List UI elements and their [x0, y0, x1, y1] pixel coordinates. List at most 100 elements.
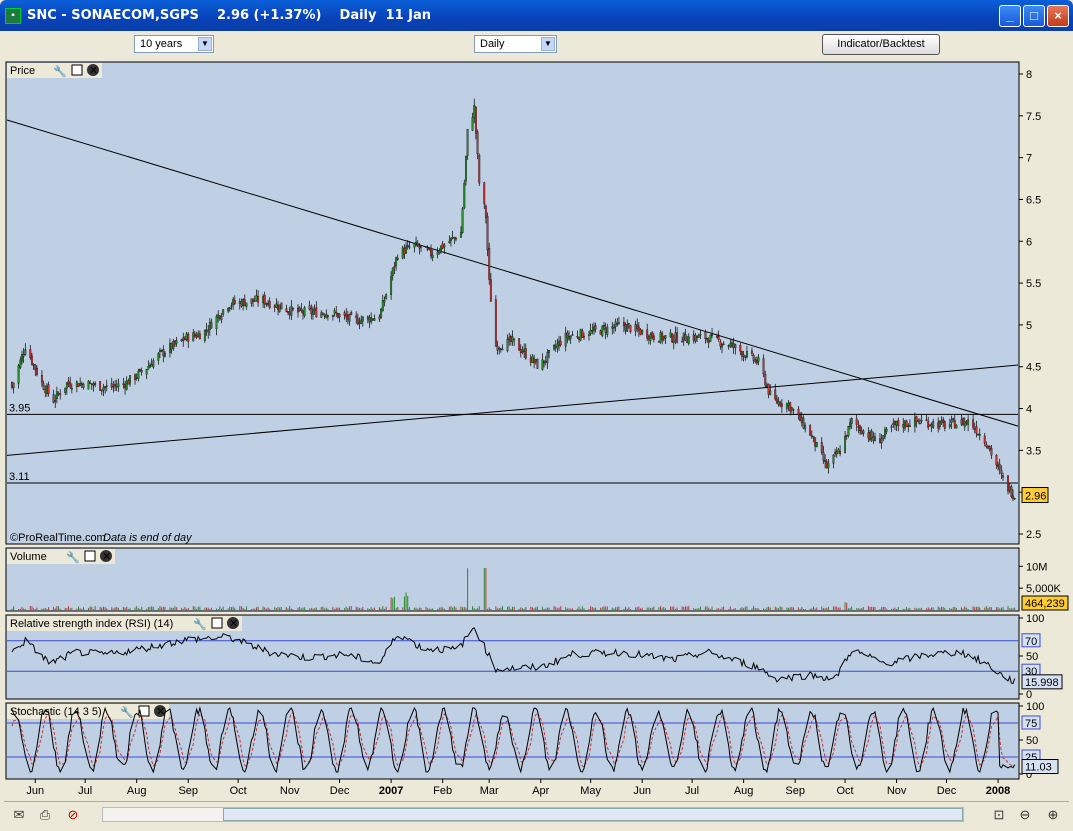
- price-candle-body: [315, 307, 318, 318]
- price-candle-body: [754, 359, 757, 362]
- price-candle-body: [977, 434, 980, 436]
- price-candle-body: [280, 302, 283, 310]
- price-candle-body: [210, 322, 213, 329]
- price-candle-body: [187, 334, 190, 342]
- price-ytick-label: 4: [1026, 404, 1032, 416]
- price-candle-body: [47, 384, 50, 394]
- window-title: SNC - SONAECOM,SGPS 2.96 (+1.37%) Daily …: [27, 8, 432, 23]
- wrench-icon[interactable]: 🔧: [66, 550, 80, 564]
- price-candle-body: [612, 327, 615, 329]
- wrench-icon[interactable]: 🔧: [120, 705, 134, 719]
- price-candle-body: [799, 414, 802, 422]
- window-icon[interactable]: [211, 617, 223, 629]
- period-select[interactable]: Daily ▼: [474, 35, 557, 53]
- price-candle-body: [380, 309, 383, 318]
- chart-frame: 🔧 ✕ Price 🔧 ✕ Volume 🔧 ✕ Relative strength index…: [4, 60, 1069, 801]
- chart-canvas[interactable]: 🔧 ✕ Price 🔧 ✕ Volume 🔧 ✕ Relative strength index…: [4, 60, 1069, 801]
- price-candle-body: [692, 334, 695, 341]
- price-candle-body: [589, 329, 592, 335]
- price-candle-body: [124, 384, 127, 389]
- maximize-button[interactable]: □: [1023, 5, 1045, 27]
- price-candle-body: [639, 329, 642, 335]
- price-candle-body: [832, 454, 835, 464]
- chevron-down-icon[interactable]: ▼: [198, 37, 212, 51]
- chevron-down-icon[interactable]: ▼: [541, 37, 555, 51]
- price-candle-body: [518, 338, 521, 351]
- price-candle-body: [897, 420, 900, 427]
- price-candle-body: [159, 350, 161, 352]
- range-select[interactable]: 10 years ▼: [134, 35, 214, 53]
- indicator-backtest-button[interactable]: Indicator/Backtest: [822, 34, 940, 55]
- price-candle-body: [593, 326, 595, 332]
- window-icon[interactable]: [84, 550, 96, 562]
- price-candle-body: [975, 426, 978, 434]
- price-candle-body: [55, 391, 58, 400]
- price-candle-body: [579, 329, 582, 341]
- mail-icon[interactable]: ✉: [10, 806, 28, 824]
- price-candle-body: [985, 444, 988, 447]
- price-candle-body: [599, 330, 602, 335]
- price-candle-body: [416, 242, 419, 247]
- price-candle-body: [892, 422, 895, 426]
- price-candle-body: [874, 436, 876, 441]
- price-candle-body: [466, 129, 469, 156]
- price-candle-body: [218, 315, 221, 319]
- close-button[interactable]: ×: [1047, 5, 1069, 27]
- price-candle-body: [844, 436, 847, 453]
- price-candle-body: [990, 448, 993, 456]
- price-candle-body: [524, 348, 527, 359]
- price-candle-body: [496, 345, 499, 351]
- price-candle-body: [857, 426, 860, 428]
- print-icon[interactable]: ⎙: [36, 806, 54, 824]
- price-candle-body: [32, 364, 35, 366]
- price-candle-body: [110, 383, 113, 388]
- price-candle-body: [197, 333, 200, 338]
- scrollbar-thumb[interactable]: [223, 808, 963, 821]
- price-candle-body: [950, 419, 953, 423]
- price-candle-body: [52, 394, 55, 403]
- wrench-icon[interactable]: 🔧: [53, 64, 67, 78]
- price-candle-body: [850, 418, 853, 424]
- price-candle-body: [765, 385, 768, 387]
- wrench-icon[interactable]: 🔧: [193, 617, 207, 631]
- price-level-label: 3.11: [9, 471, 30, 483]
- price-candle-body: [79, 382, 82, 386]
- price-candle-body: [478, 154, 481, 184]
- volume-ytick-label: 10M: [1026, 561, 1047, 573]
- price-candle-body: [523, 349, 526, 352]
- price-candle-body: [809, 425, 812, 436]
- price-candle-body: [860, 430, 863, 435]
- zoom-out-icon[interactable]: ⊖: [1016, 806, 1034, 824]
- price-candle-body: [90, 383, 93, 386]
- price-candle-body: [115, 385, 118, 388]
- price-candle-body: [460, 232, 462, 238]
- price-candle-body: [752, 354, 755, 361]
- minimize-button[interactable]: _: [999, 5, 1021, 27]
- window-icon[interactable]: [71, 64, 83, 76]
- price-candle-body: [415, 241, 418, 244]
- price-candle-body: [82, 383, 85, 388]
- price-candle-body: [952, 418, 955, 420]
- no-fitting-icon[interactable]: ⊘: [64, 806, 82, 824]
- price-candle-body: [92, 383, 95, 386]
- price-candle-body: [814, 437, 817, 447]
- price-candle-body: [591, 330, 594, 332]
- price-candle-body: [696, 335, 699, 338]
- price-candle-body: [451, 236, 454, 239]
- price-candle-body: [430, 247, 432, 257]
- price-candle-body: [360, 319, 363, 324]
- price-candle-body: [275, 303, 278, 308]
- price-candle-body: [44, 389, 47, 393]
- horizontal-scrollbar[interactable]: [102, 807, 964, 822]
- zoom-fit-icon[interactable]: ⊡: [990, 806, 1008, 824]
- price-candle-body: [594, 325, 597, 330]
- price-candle-body: [967, 419, 970, 425]
- price-candle-body: [641, 329, 644, 334]
- price-candle-body: [790, 407, 793, 410]
- price-candle-body: [292, 307, 294, 310]
- price-candle-body: [908, 425, 911, 427]
- period-select-value: Daily: [480, 38, 505, 50]
- price-candle-body: [64, 387, 67, 393]
- price-candle-body: [711, 334, 713, 336]
- zoom-in-icon[interactable]: ⊕: [1044, 806, 1062, 824]
